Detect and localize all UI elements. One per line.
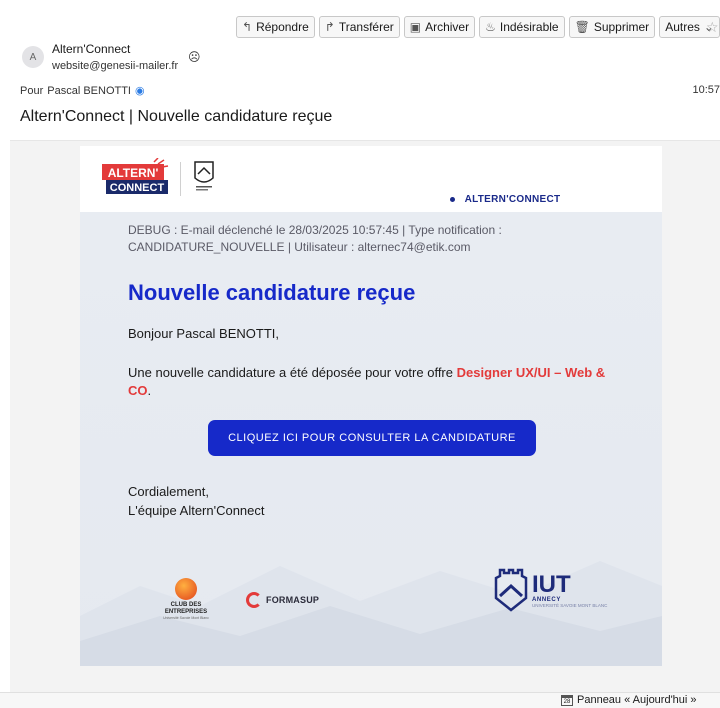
altern-connect-logo: ALTERN' CONNECT (102, 158, 169, 194)
avatar: A (22, 46, 44, 68)
email-content: ALTERN' CONNECT ALTERN'CONNECT DEBUG : E… (80, 146, 662, 666)
trash-icon: 🗑 (574, 20, 590, 34)
forward-button[interactable]: ↱ Transférer (318, 16, 400, 38)
iut-title: IUT (532, 570, 571, 598)
today-panel-button[interactable]: 28 Panneau « Aujourd'hui » (561, 694, 697, 706)
delete-button[interactable]: 🗑 Supprimer (568, 16, 656, 38)
logo-divider (180, 162, 181, 196)
iut-text: IUT ANNECY UNIVERSITÉ SAVOIE MONT BLANC (532, 570, 608, 608)
email-header-band: ALTERN' CONNECT ALTERN'CONNECT (80, 146, 662, 212)
archive-button[interactable]: ▣ Archiver (403, 16, 476, 38)
junk-button[interactable]: ♨ Indésirable (479, 16, 565, 38)
junk-icon: ♨ (485, 20, 496, 34)
logo-line2: CONNECT (110, 182, 165, 194)
formasup-text: FORMASUP (266, 595, 320, 605)
iut-annecy-logo: IUT ANNECY UNIVERSITÉ SAVOIE MONT BLANC (494, 568, 607, 612)
status-bar: 28 Panneau « Aujourd'hui » (0, 692, 720, 708)
sender-name[interactable]: Altern'Connect (52, 42, 130, 56)
debug-text: DEBUG : E-mail déclenché le 28/03/2025 1… (128, 223, 502, 254)
email-paragraph: Une nouvelle candidature a été déposée p… (128, 364, 628, 400)
paragraph-text: Une nouvelle candidature a été déposée p… (128, 365, 457, 380)
contact-icon[interactable]: ◉ (135, 84, 145, 97)
iut-shield-icon (494, 568, 528, 612)
club-ball-icon (175, 578, 197, 600)
forward-label: Transférer (338, 20, 394, 34)
star-icon[interactable]: ☆ (706, 19, 719, 36)
brand-pill: ALTERN'CONNECT (424, 186, 586, 212)
formasup-mark-icon (246, 592, 262, 608)
message-toolbar: ↰ Répondre ↱ Transférer ▣ Archiver ♨ Ind… (236, 16, 720, 38)
club-line2: ENTREPRISES (164, 609, 208, 615)
forward-icon: ↱ (324, 20, 335, 34)
closing-line1: Cordialement, (128, 484, 209, 499)
university-crest-icon (194, 161, 214, 191)
delete-label: Supprimer (593, 20, 650, 34)
club-entreprises-logo: CLUB DES ENTREPRISES Université Savoie M… (156, 578, 216, 628)
logo-line1: ALTERN' (108, 166, 159, 180)
sender-address[interactable]: website@genesii-mailer.fr (52, 60, 178, 72)
email-headline: Nouvelle candidature reçue (128, 280, 416, 305)
reply-label: Répondre (256, 20, 309, 34)
sender-info-icon[interactable]: ☹ (188, 50, 201, 64)
club-line1: CLUB DES (170, 602, 202, 608)
recipient-name[interactable]: Pascal BENOTTI (47, 85, 131, 97)
more-label: Autres (665, 20, 700, 34)
archive-label: Archiver (425, 20, 470, 34)
message-subject: Altern'Connect | Nouvelle candidature re… (20, 108, 333, 125)
archive-icon: ▣ (409, 20, 422, 34)
formasup-logo: FORMASUP (246, 592, 319, 608)
brand-pill-label: ALTERN'CONNECT (464, 193, 561, 205)
club-line3: Université Savoie Mont Blanc (163, 616, 209, 620)
email-greeting: Bonjour Pascal BENOTTI, (128, 326, 279, 341)
recipient-prefix: Pour (20, 84, 44, 97)
iut-university: UNIVERSITÉ SAVOIE MONT BLANC (532, 602, 608, 608)
today-panel-label: Panneau « Aujourd'hui » (577, 694, 697, 706)
reply-icon: ↰ (242, 20, 253, 34)
view-application-button[interactable]: CLIQUEZ ICI POUR CONSULTER LA CANDIDATUR… (208, 420, 536, 456)
message-header: ↰ Répondre ↱ Transférer ▣ Archiver ♨ Ind… (0, 0, 720, 138)
body-margin (662, 146, 720, 666)
paragraph-end: . (147, 383, 152, 398)
message-time: 10:57 (692, 84, 720, 96)
junk-label: Indésirable (499, 20, 559, 34)
bullet-icon (449, 196, 455, 202)
recipient-line: Pour Pascal BENOTTI ◉ (20, 84, 145, 98)
email-client-window: ↰ Répondre ↱ Transférer ▣ Archiver ♨ Ind… (0, 0, 720, 708)
closing-signature: L'équipe Altern'Connect (128, 503, 265, 518)
email-closing: Cordialement, L'équipe Altern'Connect (128, 482, 265, 520)
calendar-icon: 28 (561, 694, 573, 706)
reply-button[interactable]: ↰ Répondre (236, 16, 315, 38)
